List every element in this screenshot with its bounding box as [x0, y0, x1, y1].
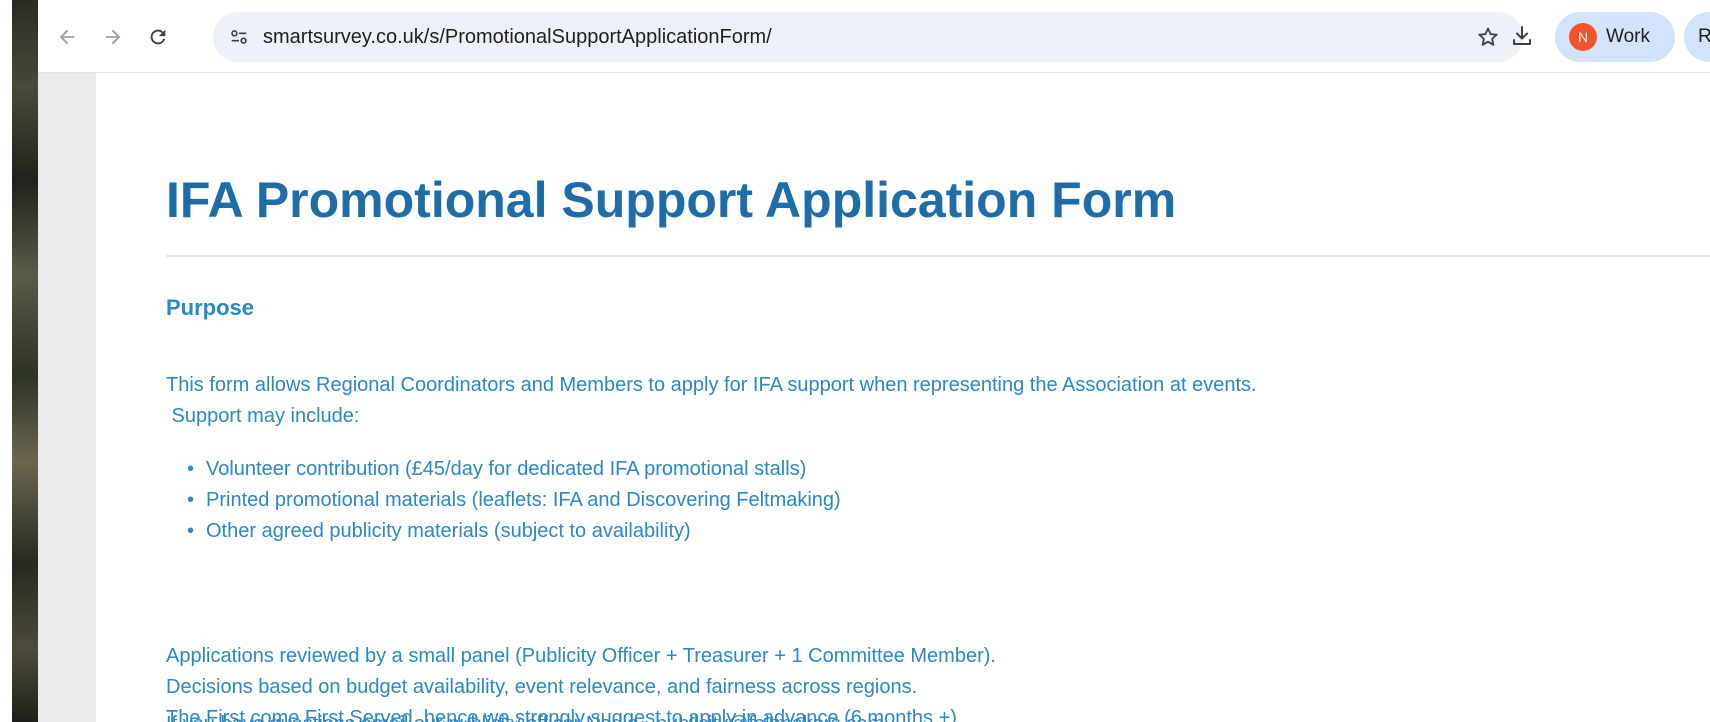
survey-page: IFA Promotional Support Application Form… [96, 73, 1710, 722]
address-bar[interactable]: smartsurvey.co.uk/s/PromotionalSupportAp… [213, 12, 1523, 62]
intro-paragraph: This form allows Regional Coordinators a… [166, 370, 1257, 432]
title-divider [166, 255, 1710, 257]
purpose-heading: Purpose [166, 295, 255, 320]
star-icon[interactable] [1475, 24, 1501, 50]
avatar: N [1569, 23, 1597, 51]
list-item: Other agreed publicity materials (subjec… [187, 516, 841, 547]
profile-chip-work[interactable]: N Work [1555, 12, 1675, 62]
url-text[interactable]: smartsurvey.co.uk/s/PromotionalSupportAp… [263, 26, 772, 49]
reload-icon[interactable] [141, 20, 175, 54]
review-line: Decisions based on budget availability, … [166, 676, 918, 698]
forward-arrow-icon[interactable] [96, 20, 130, 54]
desktop-wallpaper-strip [0, 0, 38, 722]
second-profile-chip[interactable]: Re [1684, 12, 1710, 62]
list-item: Printed promotional materials (leaflets:… [187, 485, 841, 516]
browser-toolbar: smartsurvey.co.uk/s/PromotionalSupportAp… [38, 0, 1710, 73]
intro-line: This form allows Regional Coordinators a… [166, 374, 1257, 396]
site-info-icon[interactable] [227, 25, 251, 49]
second-chip-label: Re [1698, 26, 1710, 47]
profile-label: Work [1606, 26, 1650, 47]
download-icon[interactable] [1506, 20, 1538, 52]
list-item: Volunteer contribution (£45/day for dedi… [187, 454, 841, 485]
page-title: IFA Promotional Support Application Form [166, 172, 1177, 228]
intro-line: Support may include: [166, 405, 360, 427]
support-list: Volunteer contribution (£45/day for dedi… [166, 454, 841, 547]
contact-line: If you have questions email our publicit… [166, 709, 884, 722]
contact-line-clipped: If you have questions email our publicit… [166, 707, 884, 722]
review-line: Applications reviewed by a small panel (… [166, 645, 996, 667]
page-left-gutter [38, 73, 96, 722]
back-arrow-icon[interactable] [50, 20, 84, 54]
